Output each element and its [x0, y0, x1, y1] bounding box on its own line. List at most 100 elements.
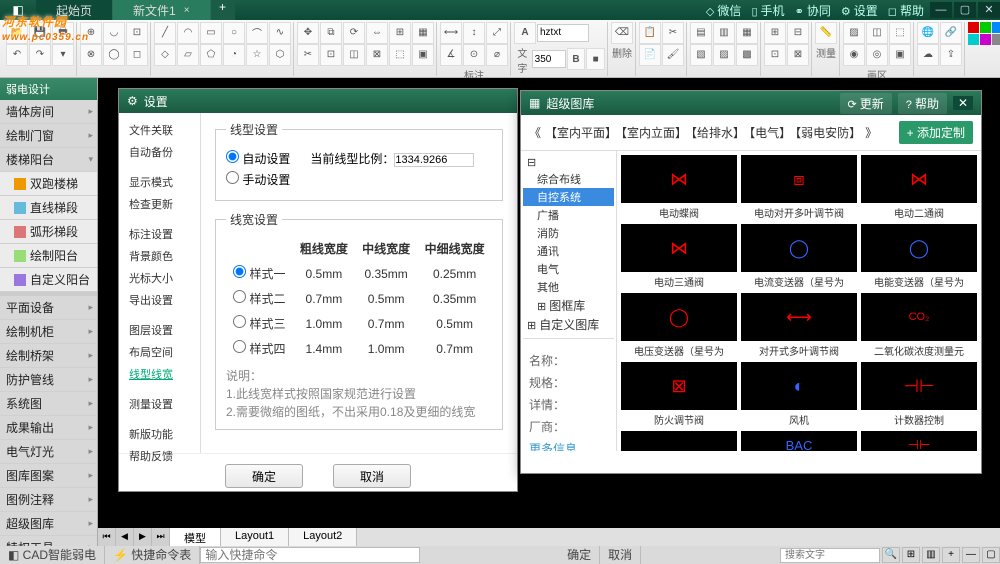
tree-item[interactable]: 电气 — [523, 260, 614, 278]
tool-icon[interactable]: ⊠ — [366, 44, 388, 66]
sidebar-item-arc-stairs[interactable]: 弧形梯段 — [0, 220, 97, 244]
sb-find-icon[interactable]: 🔍 — [882, 547, 900, 563]
tool-icon[interactable]: ◉ — [843, 44, 865, 66]
dim-icon[interactable]: ↕ — [463, 22, 485, 44]
dim-icon[interactable]: ⌀ — [486, 44, 508, 66]
settings-menu-item[interactable]: 标注设置 — [119, 223, 200, 245]
canvas-tab-model[interactable]: 模型 — [170, 528, 221, 546]
style-radio[interactable]: 样式二 — [233, 292, 285, 306]
circle-icon[interactable]: ○ — [223, 22, 245, 44]
tree-item-frames[interactable]: ⊞ 图框库 — [523, 296, 614, 315]
sidebar-cat[interactable]: 电气灯光▸ — [0, 440, 97, 464]
tree-item[interactable]: 自控系统 — [523, 188, 614, 206]
paste-icon[interactable]: 📄 — [639, 44, 661, 66]
sidebar-cat-stairs[interactable]: 楼梯阳台▾ — [0, 148, 97, 172]
measure-icon[interactable]: 📏 — [815, 22, 837, 44]
color-button[interactable]: ■ — [586, 48, 605, 70]
tab-newfile1[interactable]: 新文件1× — [113, 0, 211, 20]
tool-icon[interactable]: ⊗ — [80, 44, 102, 66]
tab-nav-prev[interactable]: ◀ — [116, 528, 134, 546]
line-icon[interactable]: ╱ — [154, 22, 176, 44]
arc-icon[interactable]: ⌒ — [246, 22, 268, 44]
symbol-item[interactable]: ◯电流变送器（星号为 — [741, 224, 857, 289]
sb-btn[interactable]: ▢ — [982, 547, 1000, 563]
manual-radio[interactable]: 手动设置 — [226, 171, 290, 188]
tree-root[interactable]: ⊟ — [523, 155, 614, 170]
symbol-item[interactable] — [621, 431, 737, 451]
dim-icon[interactable]: ⟷ — [440, 22, 462, 44]
tool-icon[interactable]: ⊕ — [80, 22, 102, 44]
tool-icon[interactable]: ☆ — [246, 44, 268, 66]
symbol-item[interactable]: ⊠防火调节阀 — [621, 362, 737, 427]
layout-icon[interactable]: ⊠ — [787, 44, 809, 66]
tool-icon[interactable]: ⬠ — [200, 44, 222, 66]
settings-menu-item[interactable]: 线型线宽 — [119, 363, 200, 385]
tree-item[interactable]: 其他 — [523, 278, 614, 296]
redo-icon[interactable]: ↷ — [29, 44, 51, 66]
style-radio[interactable]: 样式一 — [233, 267, 285, 281]
gallery-category-tab[interactable]: 【室内平面】 — [543, 126, 619, 140]
symbol-item[interactable]: ⋈电动蝶阀 — [621, 155, 737, 220]
close-dialog-button[interactable]: ✕ — [953, 96, 973, 110]
gallery-category-tab[interactable]: 【给排水】 — [689, 126, 747, 140]
status-cancel[interactable]: 取消 — [600, 546, 641, 564]
tree-item[interactable]: 广播 — [523, 206, 614, 224]
sys-wechat[interactable]: ◇ 微信 — [706, 2, 742, 19]
tool-icon[interactable]: ✂ — [297, 44, 319, 66]
spline-icon[interactable]: ∿ — [269, 22, 291, 44]
symbol-item[interactable]: ◯电能变送器（星号为 — [861, 224, 977, 289]
settings-menu-item[interactable]: 自动备份 — [119, 141, 200, 163]
sys-collab[interactable]: ⚭ 协同 — [795, 2, 831, 19]
sidebar-cat[interactable]: 图库图案▸ — [0, 464, 97, 488]
tool-icon[interactable]: ◫ — [866, 22, 888, 44]
align-icon[interactable]: ▩ — [736, 44, 758, 66]
status-ok[interactable]: 确定 — [559, 546, 600, 564]
sb-btn[interactable]: — — [962, 547, 980, 563]
print-icon[interactable]: 🖶 — [52, 22, 74, 44]
font-select[interactable] — [537, 24, 589, 42]
mirror-icon[interactable]: ⇔ — [366, 22, 388, 44]
tab-startup[interactable]: 起始页 — [36, 0, 113, 20]
undo-icon[interactable]: ↶ — [6, 44, 28, 66]
style-radio[interactable]: 样式三 — [233, 317, 285, 331]
more-icon[interactable]: ▾ — [52, 44, 74, 66]
layout-icon[interactable]: ⊡ — [764, 44, 786, 66]
align-icon[interactable]: ▤ — [690, 22, 712, 44]
copy-icon[interactable]: ⧉ — [320, 22, 342, 44]
tree-item[interactable]: 综合布线 — [523, 170, 614, 188]
settings-menu-item[interactable]: 显示模式 — [119, 171, 200, 193]
dim-icon[interactable]: ⤢ — [486, 22, 508, 44]
tool-icon[interactable]: ⊡ — [126, 22, 148, 44]
style-radio[interactable]: 样式四 — [233, 342, 285, 356]
status-cmdtable[interactable]: ⚡ 快捷命令表 — [105, 546, 200, 564]
close-icon[interactable]: × — [184, 5, 190, 16]
share-icon[interactable]: ⇪ — [940, 44, 962, 66]
sb-btn[interactable]: ▥ — [922, 547, 940, 563]
tree-custom-lib[interactable]: ⊞ 自定义图库 — [523, 315, 614, 334]
sidebar-cat[interactable]: 图例注释▸ — [0, 488, 97, 512]
sidebar-cat-door[interactable]: 绘制门窗▸ — [0, 124, 97, 148]
symbol-item[interactable]: ◐风机 — [741, 362, 857, 427]
sidebar-cat[interactable]: 绘制桥架▸ — [0, 344, 97, 368]
sys-mobile[interactable]: ▯ 手机 — [751, 2, 784, 19]
tab-nav-last[interactable]: ⏭ — [152, 528, 170, 546]
settings-menu-item[interactable]: 帮助反馈 — [119, 445, 200, 467]
pasteformat-icon[interactable]: 🖌 — [662, 44, 684, 66]
rect-icon[interactable]: ▭ — [200, 22, 222, 44]
sys-help[interactable]: ◻ 帮助 — [888, 2, 924, 19]
gallery-category-tab[interactable]: 【电气】 — [747, 126, 793, 140]
tool-icon[interactable]: ◔ — [223, 44, 245, 66]
tool-icon[interactable]: ◫ — [343, 44, 365, 66]
settings-menu-item[interactable]: 布局空间 — [119, 341, 200, 363]
settings-menu-item[interactable]: 图层设置 — [119, 319, 200, 341]
tool-icon[interactable]: ⊞ — [389, 22, 411, 44]
close-button[interactable]: ✕ — [978, 2, 1000, 18]
symbol-item[interactable]: ◯电压变送器（星号为 — [621, 293, 737, 358]
fontsize-input[interactable] — [532, 50, 566, 68]
symbol-item[interactable]: ⊣⊢ — [861, 431, 977, 451]
sidebar-item-custom-balcony[interactable]: 自定义阳台 — [0, 268, 97, 292]
refresh-button[interactable]: ⟳ 更新 — [840, 93, 892, 114]
open-icon[interactable]: 📂 — [6, 22, 28, 44]
bold-button[interactable]: B — [567, 48, 586, 70]
ok-button[interactable]: 确定 — [225, 464, 303, 488]
